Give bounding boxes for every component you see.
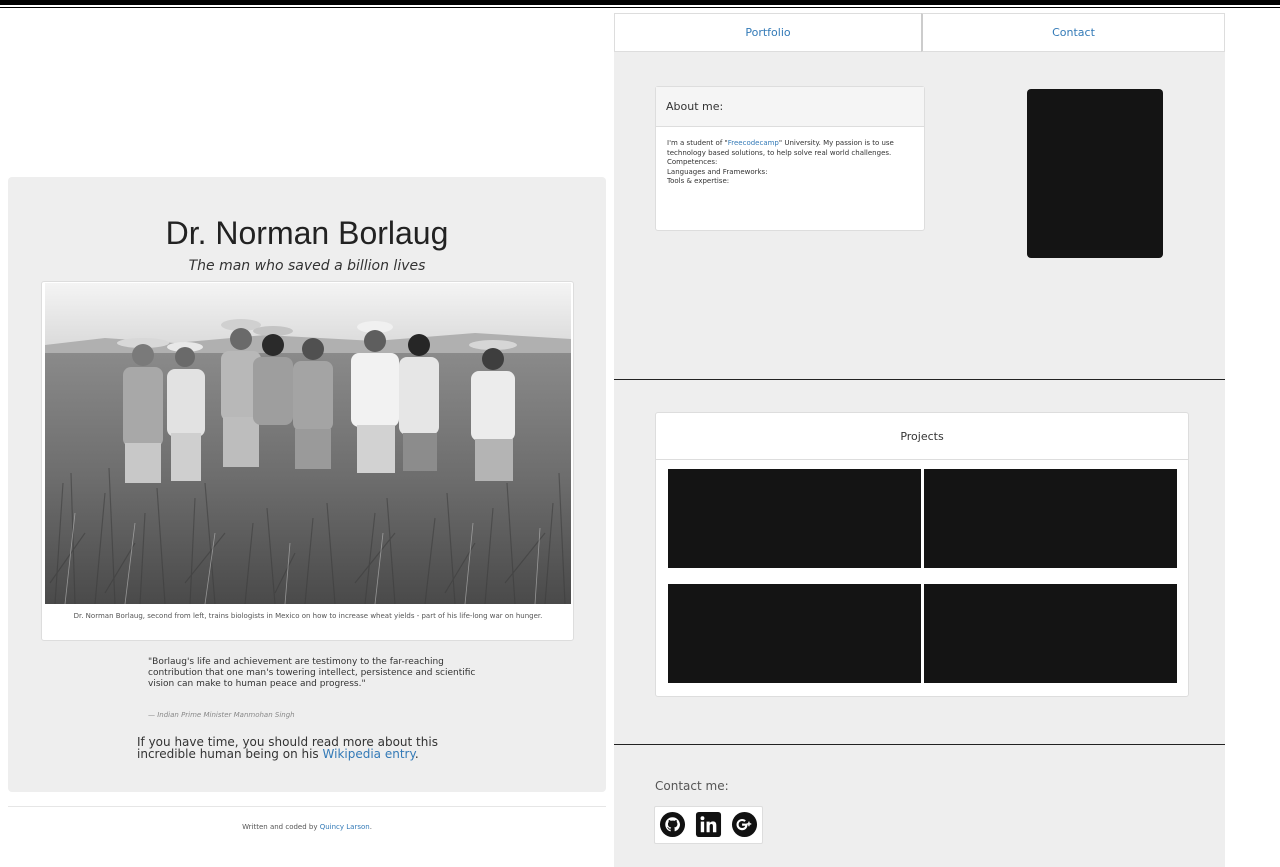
project-thumbnail[interactable] [924,584,1177,683]
project-thumbnail[interactable] [668,469,921,568]
page-title: Dr. Norman Borlaug [165,215,449,251]
about-intro-prefix: I'm a student of " [667,139,728,147]
top-border [0,0,1280,5]
more-info-text: If you have time, you should read more a… [137,736,477,760]
page-subtitle: The man who saved a billion lives [188,258,426,274]
borlaug-photo [45,283,571,604]
project-thumbnail[interactable] [668,584,921,683]
profile-image [1027,89,1163,258]
footer-divider [8,806,606,807]
projects-heading: Projects [656,413,1188,460]
github-icon[interactable] [659,811,686,838]
footer: Written and coded by Quincy Larson. [0,823,614,831]
about-body: I'm a student of "Freecodecamp" Universi… [667,139,917,187]
languages-label: Languages and Frameworks: [667,167,768,176]
about-heading: About me: [656,87,924,127]
quote-author: — Indian Prime Minister Manmohan Singh [148,711,295,719]
tools-label: Tools & expertise: [667,177,730,185]
tribute-quote: "Borlaug's life and achievement are test… [148,657,476,689]
author-link[interactable]: Quincy Larson [320,823,370,831]
google-plus-icon[interactable] [731,811,758,838]
project-thumbnail[interactable] [924,469,1177,568]
footer-suffix: . [369,823,372,831]
competences-label: Competences: [667,158,718,166]
contact-heading: Contact me: [655,779,729,793]
tab-portfolio[interactable]: Portfolio [614,13,922,52]
wikipedia-link[interactable]: Wikipedia entry [323,747,415,761]
footer-prefix: Written and coded by [242,823,320,831]
page-margin [1225,8,1280,867]
photo-caption: Dr. Norman Borlaug, second from left, tr… [73,612,543,620]
freecodecamp-link[interactable]: Freecodecamp [728,139,779,147]
more-info-suffix: . [414,747,419,761]
linkedin-icon[interactable] [695,811,722,838]
tab-contact[interactable]: Contact [921,13,1225,52]
top-border-thin [0,7,1280,8]
